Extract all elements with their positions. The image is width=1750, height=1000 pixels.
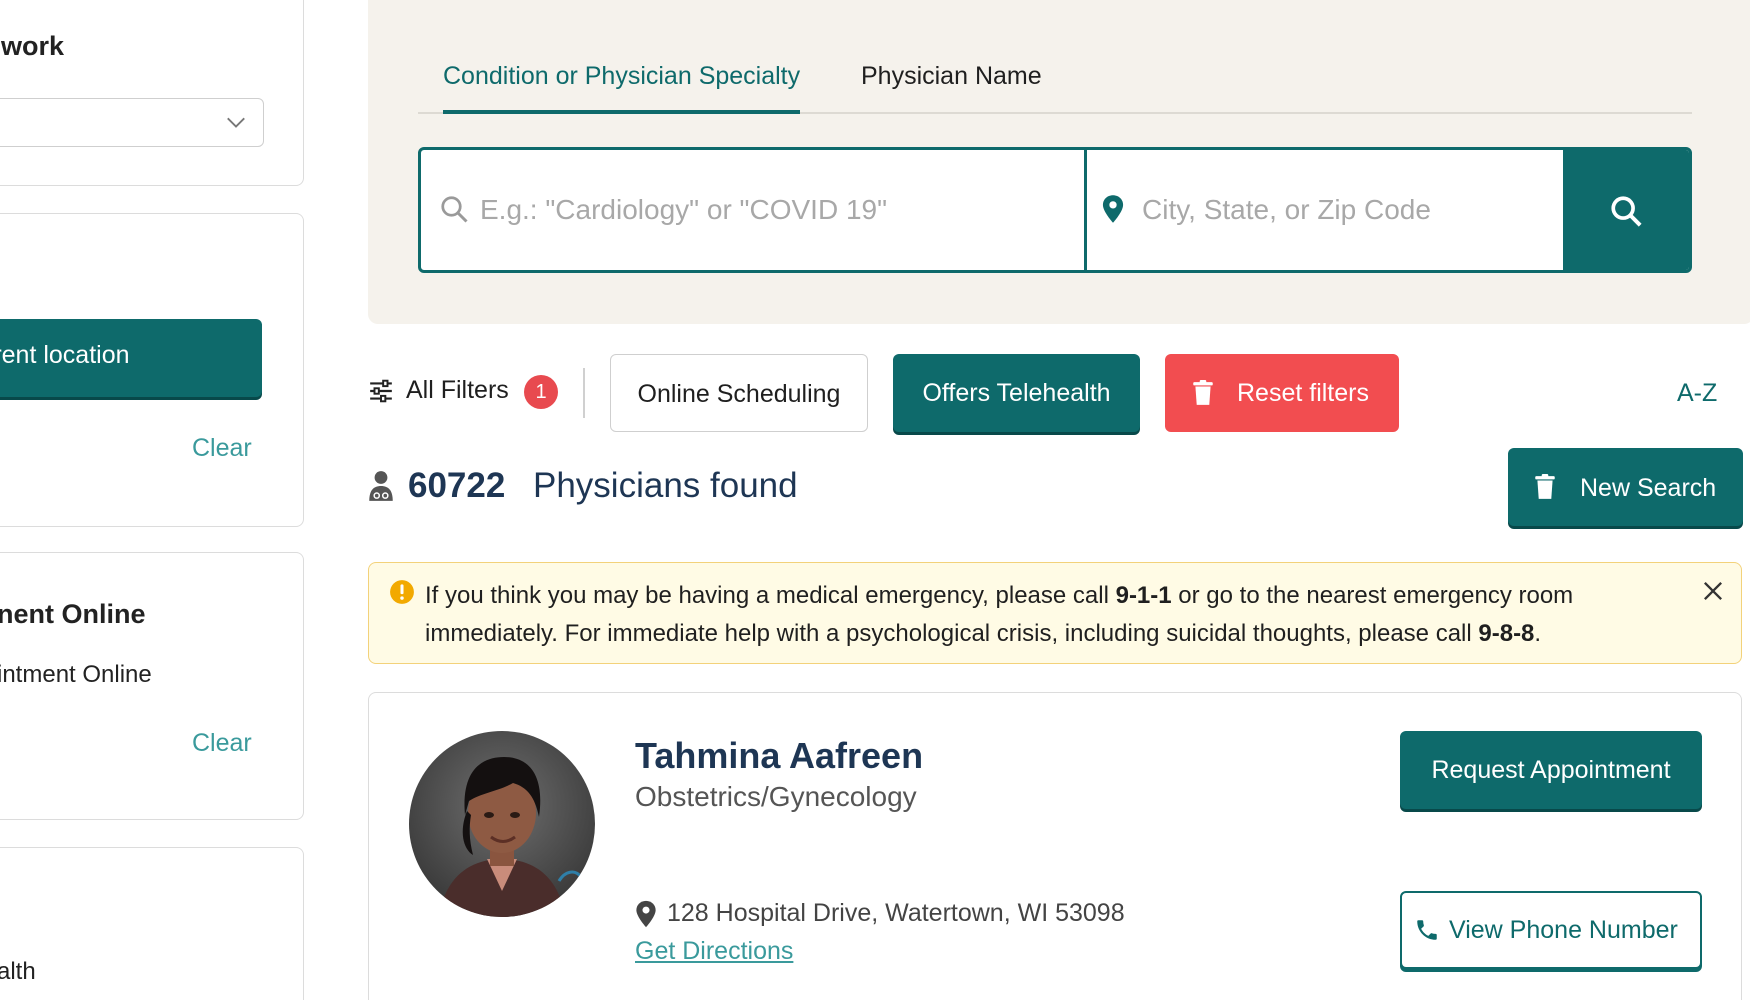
emergency-alert: If you think you may be having a medical… [368,562,1742,664]
search-icon [441,196,468,223]
location-search-input[interactable] [1142,150,1562,270]
active-filter-count-badge: 1 [524,375,558,409]
physician-address: 128 Hospital Drive, Watertown, WI 53098 [667,899,1125,927]
alert-text-part-1: If you think you may be having a medical… [425,582,1116,609]
physician-icon [369,471,393,501]
tab-physician-name[interactable]: Physician Name [861,62,1042,114]
telehealth-filter-card: alth [0,847,304,1000]
physician-name[interactable]: Tahmina Aafreen [635,735,923,777]
emergency-alert-text: If you think you may be having a medical… [425,577,1675,653]
search-bar [418,147,1692,273]
results-count-number: 60722 [408,466,506,505]
emergency-number: 9-1-1 [1115,582,1172,609]
offers-telehealth-filter-label: Offers Telehealth [922,379,1111,407]
new-search-label: New Search [1580,474,1717,502]
phone-icon [1417,920,1437,940]
map-pin-icon [1102,195,1124,223]
warning-icon [390,580,414,604]
reset-filters-button[interactable]: Reset filters [1165,354,1399,432]
network-select[interactable]: e [0,98,264,147]
search-tabs: Condition or Physician Specialty Physici… [418,62,1692,114]
search-submit-button[interactable] [1563,150,1689,270]
condition-field [421,150,1084,270]
online-scheduling-option[interactable]: intment Online [0,661,152,689]
physician-portrait [409,731,595,917]
crisis-number: 9-8-8 [1478,620,1535,647]
physician-specialty: Obstetrics/Gynecology [635,781,917,812]
view-phone-number-label: View Phone Number [1449,916,1678,944]
map-pin-icon [636,900,656,928]
sort-az-button[interactable]: A-Z [1677,379,1717,408]
search-panel: Condition or Physician Specialty Physici… [368,0,1750,324]
online-scheduling-filter-card: nent Online intment Online Clear [0,552,304,820]
get-directions-link[interactable]: Get Directions [635,937,793,966]
tab-condition-specialty[interactable]: Condition or Physician Specialty [443,62,801,114]
physician-photo [409,731,595,917]
results-count-label: Physicians found [533,466,798,505]
online-scheduling-filter-button[interactable]: Online Scheduling [610,354,868,432]
close-icon[interactable] [1699,577,1727,605]
trash-icon [1535,474,1555,499]
location-field [1087,150,1567,270]
condition-search-input[interactable] [480,150,1070,270]
request-appointment-label: Request Appointment [1431,756,1671,784]
network-filter-title: work [1,31,65,61]
telehealth-option[interactable]: alth [0,958,36,986]
reset-filters-label: Reset filters [1237,379,1369,407]
use-current-location-button[interactable]: rrent location [0,319,262,397]
all-filters-label: All Filters [406,376,509,404]
online-scheduling-title: nent Online [0,599,146,629]
use-current-location-label: rrent location [0,341,130,369]
filters-divider [583,368,585,418]
request-appointment-button[interactable]: Request Appointment [1400,731,1702,809]
view-phone-number-button[interactable]: View Phone Number [1400,891,1702,969]
trash-icon [1193,380,1213,405]
page: work e rrent location Clear nent Online … [0,0,1750,1000]
new-search-button[interactable]: New Search [1508,448,1743,526]
physician-card: Tahmina Aafreen Obstetrics/Gynecology 12… [368,692,1742,1000]
chevron-down-icon [227,117,245,128]
online-scheduling-filter-label: Online Scheduling [637,380,841,408]
search-icon [1611,196,1642,227]
sliders-icon [370,379,392,403]
online-scheduling-clear-link[interactable]: Clear [192,729,252,758]
network-filter-card: work e [0,0,304,186]
alert-text-part-3: . [1534,620,1542,647]
location-clear-link[interactable]: Clear [192,434,252,463]
offers-telehealth-filter-button[interactable]: Offers Telehealth [893,354,1140,432]
location-filter-card: rrent location Clear [0,213,304,527]
